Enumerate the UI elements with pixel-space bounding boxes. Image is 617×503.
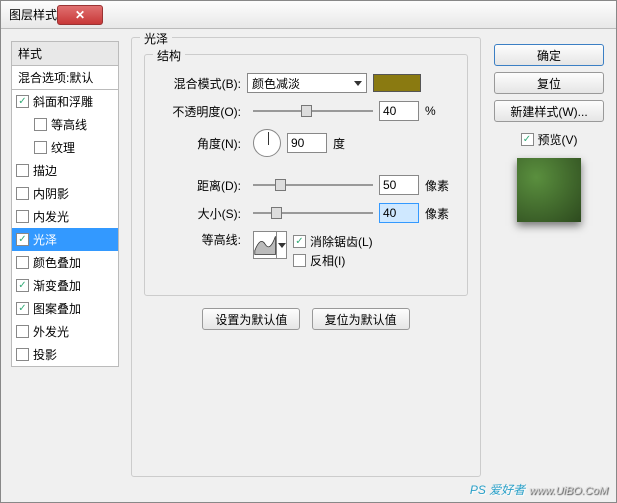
blend-mode-label: 混合模式(B): (157, 75, 247, 92)
set-default-button[interactable]: 设置为默认值 (202, 308, 300, 330)
styles-sidebar: 样式 混合选项:默认 ✓ 斜面和浮雕等高线纹理描边内阴影内发光 ✓ 光泽颜色叠加 ✓ 渐变… (11, 41, 119, 367)
blend-mode-select[interactable]: 颜色减淡 (247, 73, 367, 93)
sidebar-header[interactable]: 样式 (11, 41, 119, 66)
opacity-unit: % (425, 104, 436, 118)
sidebar-item-label: 外发光 (33, 323, 69, 340)
main-panel: 光泽 结构 混合模式(B): 颜色减淡 不透明度(O): (131, 31, 481, 491)
preview-checkbox[interactable]: ✓ (521, 133, 534, 146)
sidebar-item-label: 渐变叠加 (33, 277, 81, 294)
angle-label: 角度(N): (157, 135, 247, 152)
invert-label: 反相(I) (310, 252, 345, 269)
sidebar-item-label: 斜面和浮雕 (33, 93, 93, 110)
sidebar-item-1[interactable]: 等高线 (12, 113, 118, 136)
distance-slider[interactable] (253, 177, 373, 193)
angle-unit: 度 (333, 135, 345, 152)
sidebar-item-11[interactable]: 投影 (12, 343, 118, 366)
preview-thumbnail (517, 158, 581, 222)
color-swatch[interactable] (373, 74, 421, 92)
antialias-checkbox[interactable]: ✓ (293, 235, 306, 248)
sidebar-item-6[interactable]: ✓ 光泽 (12, 228, 118, 251)
sidebar-item-4[interactable]: 内阴影 (12, 182, 118, 205)
contour-picker[interactable] (253, 231, 287, 259)
preview-label: 预览(V) (538, 131, 578, 148)
sidebar-item-0[interactable]: ✓ 斜面和浮雕 (12, 90, 118, 113)
angle-dial[interactable] (253, 129, 281, 157)
sidebar-checkbox[interactable] (16, 187, 29, 200)
sidebar-checkbox[interactable] (16, 256, 29, 269)
sidebar-checkbox[interactable] (34, 118, 47, 131)
invert-checkbox[interactable] (293, 254, 306, 267)
sidebar-item-label: 光泽 (33, 231, 57, 248)
sidebar-item-label: 颜色叠加 (33, 254, 81, 271)
distance-unit: 像素 (425, 177, 449, 194)
opacity-slider[interactable] (253, 103, 373, 119)
sidebar-checkbox[interactable] (34, 141, 47, 154)
sidebar-item-label: 内发光 (33, 208, 69, 225)
sidebar-checkbox[interactable]: ✓ (16, 302, 29, 315)
window-title: 图层样式 (9, 6, 57, 23)
ok-button[interactable]: 确定 (494, 44, 604, 66)
watermark: PS 爱好者 www.UiBO.CoM (470, 481, 608, 498)
close-button[interactable]: ✕ (57, 5, 103, 25)
chevron-down-icon (278, 243, 286, 248)
size-input[interactable]: 40 (379, 203, 419, 223)
sidebar-item-label: 纹理 (51, 139, 75, 156)
opacity-label: 不透明度(O): (157, 103, 247, 120)
sidebar-item-10[interactable]: 外发光 (12, 320, 118, 343)
blend-mode-value: 颜色减淡 (252, 75, 300, 92)
sidebar-item-8[interactable]: ✓ 渐变叠加 (12, 274, 118, 297)
titlebar: 图层样式 ✕ (1, 1, 616, 29)
size-unit: 像素 (425, 205, 449, 222)
opacity-input[interactable]: 40 (379, 101, 419, 121)
cancel-button[interactable]: 复位 (494, 72, 604, 94)
contour-label: 等高线: (157, 231, 247, 248)
sidebar-item-label: 等高线 (51, 116, 87, 133)
sidebar-checkbox[interactable] (16, 325, 29, 338)
sidebar-checkbox[interactable] (16, 164, 29, 177)
close-icon: ✕ (75, 8, 85, 22)
angle-input[interactable]: 90 (287, 133, 327, 153)
right-panel: 确定 复位 新建样式(W)... ✓ 预览(V) (494, 41, 604, 222)
new-style-button[interactable]: 新建样式(W)... (494, 100, 604, 122)
sidebar-checkbox[interactable] (16, 348, 29, 361)
panel-title: 光泽 (140, 30, 172, 47)
antialias-label: 消除锯齿(L) (310, 233, 373, 250)
sidebar-checkbox[interactable]: ✓ (16, 233, 29, 246)
size-label: 大小(S): (157, 205, 247, 222)
sidebar-item-5[interactable]: 内发光 (12, 205, 118, 228)
sidebar-item-2[interactable]: 纹理 (12, 136, 118, 159)
distance-input[interactable]: 50 (379, 175, 419, 195)
distance-label: 距离(D): (157, 177, 247, 194)
sidebar-item-label: 描边 (33, 162, 57, 179)
group-title: 结构 (153, 47, 185, 64)
sidebar-item-label: 内阴影 (33, 185, 69, 202)
chevron-down-icon (354, 81, 362, 86)
sidebar-subheader[interactable]: 混合选项:默认 (11, 66, 119, 90)
sidebar-item-3[interactable]: 描边 (12, 159, 118, 182)
reset-default-button[interactable]: 复位为默认值 (312, 308, 410, 330)
sidebar-checkbox[interactable] (16, 210, 29, 223)
sidebar-item-label: 图案叠加 (33, 300, 81, 317)
sidebar-item-7[interactable]: 颜色叠加 (12, 251, 118, 274)
sidebar-item-label: 投影 (33, 346, 57, 363)
sidebar-checkbox[interactable]: ✓ (16, 95, 29, 108)
sidebar-checkbox[interactable]: ✓ (16, 279, 29, 292)
sidebar-item-9[interactable]: ✓ 图案叠加 (12, 297, 118, 320)
size-slider[interactable] (253, 205, 373, 221)
